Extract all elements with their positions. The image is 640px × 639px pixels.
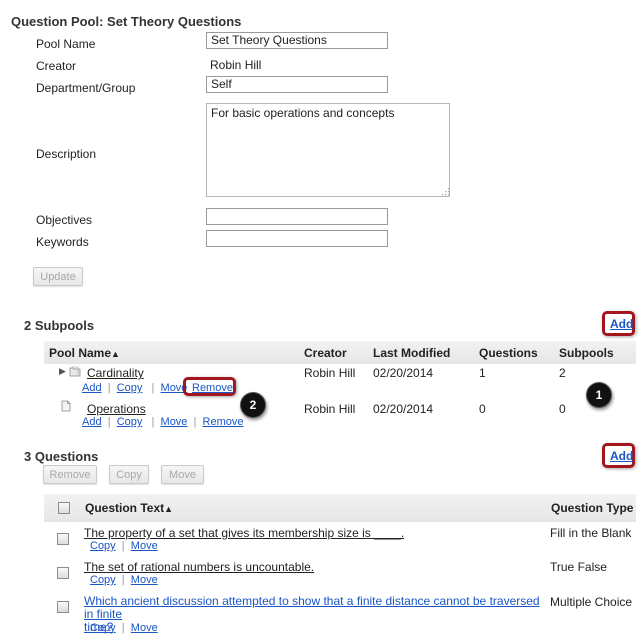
creator-label: Creator <box>36 59 77 73</box>
subpool-copy-link[interactable]: Copy <box>117 416 143 428</box>
question-text-line1[interactable]: Which ancient discussion attempted to sh… <box>84 594 540 621</box>
resize-grip-icon[interactable] <box>442 188 450 196</box>
sort-ascending-icon: ▲ <box>111 349 120 359</box>
objectives-input[interactable] <box>206 208 388 225</box>
question-text-link[interactable]: The property of a set that gives its mem… <box>84 526 404 540</box>
pool-name-header-label: Pool Name <box>49 346 112 360</box>
separator: | <box>118 540 128 552</box>
page-title: Question Pool: Set Theory Questions <box>11 14 242 29</box>
question-checkbox[interactable] <box>57 533 69 545</box>
column-header-last-modified[interactable]: Last Modified <box>373 346 450 360</box>
question-actions: Copy | Move <box>90 540 158 552</box>
copy-questions-button[interactable]: Copy <box>109 465 149 484</box>
description-label: Description <box>36 147 97 161</box>
move-questions-button[interactable]: Move <box>161 465 204 484</box>
callout-badge-2: 2 <box>240 392 266 418</box>
separator: | <box>118 574 128 586</box>
question-move-link[interactable]: Move <box>131 622 158 634</box>
subpool-add-link[interactable]: Add <box>82 416 102 428</box>
questions-title: 3 Questions <box>24 449 99 464</box>
question-type: True False <box>550 560 607 574</box>
question-actions: Copy | Move <box>90 574 158 586</box>
question-copy-link[interactable]: Copy <box>90 622 116 634</box>
question-move-link[interactable]: Move <box>131 540 158 552</box>
question-move-link[interactable]: Move <box>131 574 158 586</box>
subpool-questions-count: 1 <box>479 366 486 380</box>
separator: | <box>145 382 158 394</box>
add-question-link[interactable]: Add <box>610 449 633 463</box>
column-header-question-text[interactable]: Question Text▲ <box>85 501 173 515</box>
question-type: Multiple Choice <box>550 595 633 609</box>
column-header-question-type[interactable]: Question Type <box>551 501 633 515</box>
separator: | <box>104 416 114 428</box>
update-button[interactable]: Update <box>33 267 83 286</box>
question-type: Fill in the Blank <box>550 526 632 540</box>
subpools-title: 2 Subpools <box>24 318 95 333</box>
subpool-creator: Robin Hill <box>304 402 356 416</box>
remove-questions-button[interactable]: Remove <box>43 465 97 484</box>
expand-arrow-icon[interactable]: ▶ <box>59 366 66 377</box>
subpool-name-link[interactable]: Operations <box>87 402 146 416</box>
question-checkbox[interactable] <box>57 601 69 613</box>
separator: | <box>145 416 158 428</box>
question-copy-link[interactable]: Copy <box>90 574 116 586</box>
subpool-last-modified: 02/20/2014 <box>373 402 434 416</box>
subpool-remove-link[interactable]: Remove <box>192 382 233 394</box>
folder-icon <box>69 366 81 377</box>
department-label: Department/Group <box>36 81 136 95</box>
subpool-subpools-count: 0 <box>559 402 566 416</box>
column-header-subpools[interactable]: Subpools <box>559 346 614 360</box>
document-icon <box>61 400 71 412</box>
pool-name-label: Pool Name <box>36 37 96 51</box>
department-input[interactable]: Self <box>206 76 388 93</box>
subpool-remove-link[interactable]: Remove <box>203 416 244 428</box>
subpool-name-link[interactable]: Cardinality <box>87 366 144 380</box>
separator: | <box>190 416 200 428</box>
subpool-actions: Add | Copy | Move <box>82 382 187 394</box>
question-text-header-label: Question Text <box>85 501 165 515</box>
separator: | <box>104 382 114 394</box>
objectives-label: Objectives <box>36 213 93 227</box>
subpool-creator: Robin Hill <box>304 366 356 380</box>
separator: | <box>118 622 128 634</box>
callout-badge-1: 1 <box>586 382 612 408</box>
subpool-last-modified: 02/20/2014 <box>373 366 434 380</box>
column-header-creator[interactable]: Creator <box>304 346 347 360</box>
subpool-copy-link[interactable]: Copy <box>117 382 143 394</box>
subpool-move-link[interactable]: Move <box>161 416 188 428</box>
subpool-add-link[interactable]: Add <box>82 382 102 394</box>
creator-value: Robin Hill <box>210 58 262 72</box>
description-textarea[interactable]: For basic operations and concepts <box>206 103 450 197</box>
select-all-checkbox[interactable] <box>58 502 70 514</box>
keywords-input[interactable] <box>206 230 388 247</box>
question-actions: Copy | Move <box>90 622 158 634</box>
subpool-subpools-count: 2 <box>559 366 566 380</box>
subpool-actions: Add | Copy | Move | Remove <box>82 416 244 428</box>
sort-ascending-icon: ▲ <box>164 504 174 514</box>
question-checkbox[interactable] <box>57 567 69 579</box>
pool-name-input[interactable]: Set Theory Questions <box>206 32 388 49</box>
question-copy-link[interactable]: Copy <box>90 540 116 552</box>
keywords-label: Keywords <box>36 235 89 249</box>
question-text-link[interactable]: The set of rational numbers is uncountab… <box>84 560 314 574</box>
column-header-questions[interactable]: Questions <box>479 346 538 360</box>
subpool-questions-count: 0 <box>479 402 486 416</box>
add-subpool-link[interactable]: Add <box>610 317 633 331</box>
column-header-pool-name[interactable]: Pool Name▲ <box>49 346 120 360</box>
